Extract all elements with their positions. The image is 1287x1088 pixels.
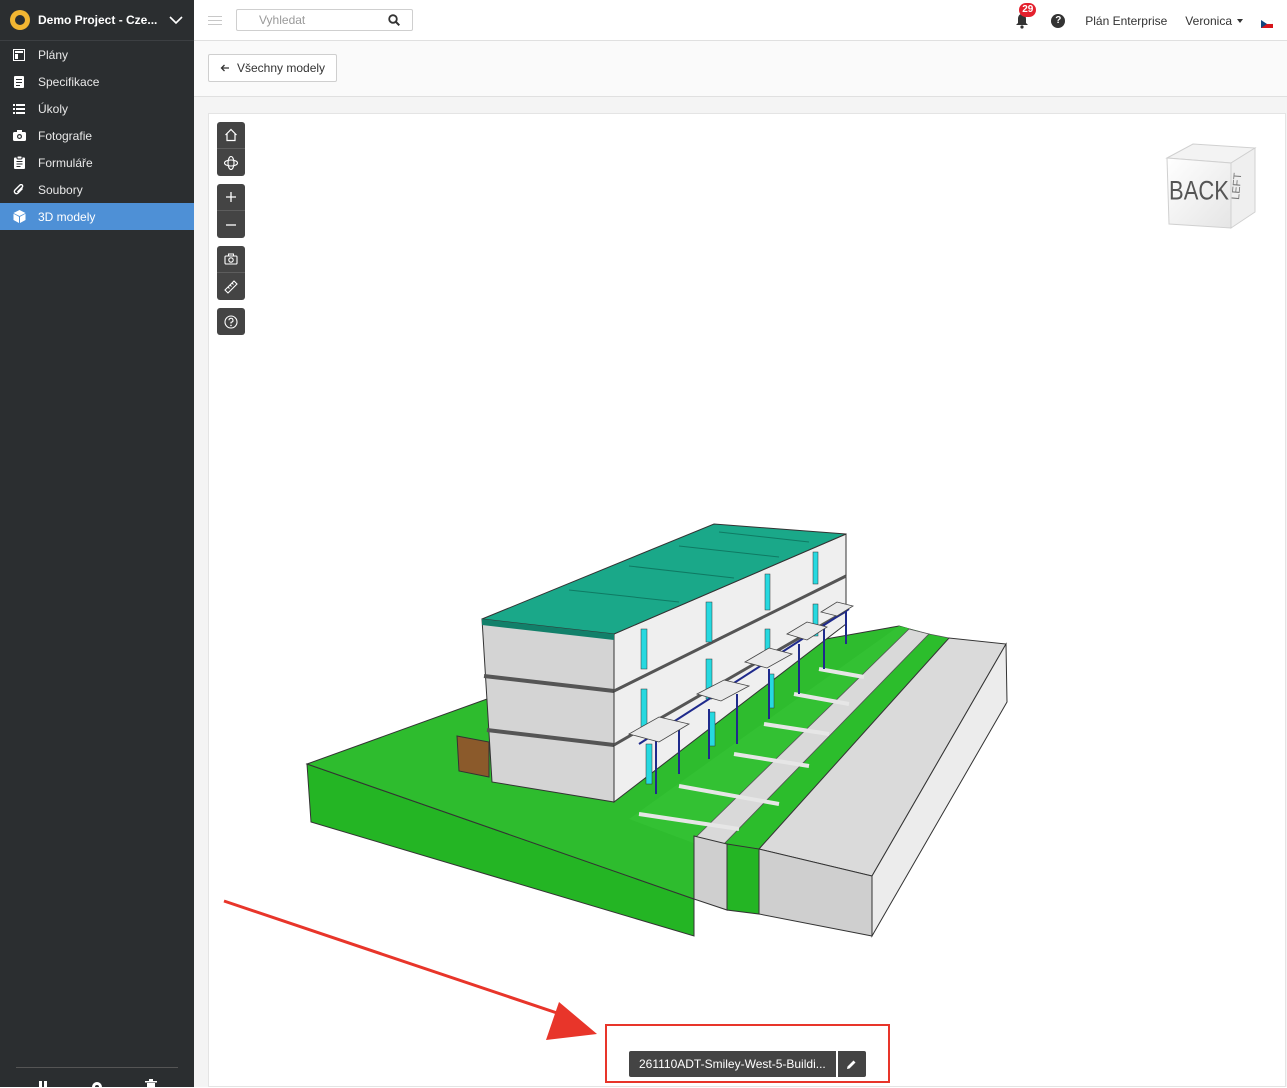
tools-icon[interactable] xyxy=(36,1077,50,1087)
pencil-icon xyxy=(846,1059,857,1070)
3d-viewer[interactable]: BACK LEFT xyxy=(208,113,1286,1087)
back-button-label: Všechny modely xyxy=(237,61,325,75)
annotation-arrow xyxy=(209,114,1287,1088)
hamburger-menu-icon[interactable] xyxy=(208,13,222,28)
list-icon xyxy=(12,102,26,116)
edit-model-button[interactable] xyxy=(838,1051,866,1077)
sidebar-item-formulare[interactable]: Formuláře xyxy=(0,149,194,176)
paperclip-icon xyxy=(12,183,26,197)
top-right-controls: 29 ? Plán Enterprise Veronica xyxy=(1015,0,1273,41)
sub-toolbar: Všechny modely xyxy=(194,41,1287,97)
help-icon[interactable]: ? xyxy=(1051,14,1065,28)
gear-icon[interactable] xyxy=(90,1077,104,1087)
plan-link[interactable]: Plán Enterprise xyxy=(1085,14,1167,28)
model-name-label[interactable]: 261110ADT-Smiley-West-5-Buildi... xyxy=(629,1051,866,1077)
cube-icon xyxy=(12,210,26,224)
notification-badge: 29 xyxy=(1019,3,1036,17)
plans-icon xyxy=(12,48,26,62)
sidebar-item-label: Formuláře xyxy=(38,156,93,170)
chevron-down-icon[interactable] xyxy=(168,12,184,28)
project-switcher[interactable]: Demo Project - Cze... xyxy=(0,0,194,41)
specification-icon xyxy=(12,75,26,89)
sidebar-item-plany[interactable]: Plány xyxy=(0,41,194,68)
sidebar-footer xyxy=(16,1067,178,1087)
search-box xyxy=(236,9,413,31)
sidebar-item-label: Fotografie xyxy=(38,129,92,143)
project-title: Demo Project - Cze... xyxy=(38,13,168,27)
sidebar-item-label: Plány xyxy=(38,48,68,62)
sidebar-item-label: Soubory xyxy=(38,183,83,197)
trash-icon[interactable] xyxy=(144,1077,158,1087)
search-icon[interactable] xyxy=(388,14,400,26)
czech-flag-icon[interactable] xyxy=(1261,17,1273,25)
user-name: Veronica xyxy=(1185,14,1232,28)
project-logo xyxy=(10,10,30,30)
all-models-back-button[interactable]: Všechny modely xyxy=(208,54,337,82)
viewer-area: BACK LEFT xyxy=(194,97,1287,1087)
sidebar-item-fotografie[interactable]: Fotografie xyxy=(0,122,194,149)
model-name[interactable]: 261110ADT-Smiley-West-5-Buildi... xyxy=(629,1051,836,1077)
sidebar-nav: Plány Specifikace Úkoly Fotografie Formu… xyxy=(0,41,194,230)
arrow-left-icon xyxy=(220,63,230,73)
user-menu[interactable]: Veronica xyxy=(1185,14,1243,28)
sidebar-item-soubory[interactable]: Soubory xyxy=(0,176,194,203)
sidebar-item-3d-modely[interactable]: 3D modely xyxy=(0,203,194,230)
search-input[interactable] xyxy=(237,10,412,30)
sidebar: Demo Project - Cze... Plány Specifikace … xyxy=(0,0,194,1087)
caret-down-icon xyxy=(1237,19,1243,23)
sidebar-item-label: 3D modely xyxy=(38,210,95,224)
sidebar-item-ukoly[interactable]: Úkoly xyxy=(0,95,194,122)
notifications-bell[interactable]: 29 xyxy=(1015,13,1031,29)
top-bar: 29 ? Plán Enterprise Veronica xyxy=(194,0,1287,41)
sidebar-item-label: Úkoly xyxy=(38,102,68,116)
clipboard-icon xyxy=(12,156,26,170)
sidebar-item-label: Specifikace xyxy=(38,75,99,89)
camera-icon xyxy=(12,129,26,143)
sidebar-item-specifikace[interactable]: Specifikace xyxy=(0,68,194,95)
